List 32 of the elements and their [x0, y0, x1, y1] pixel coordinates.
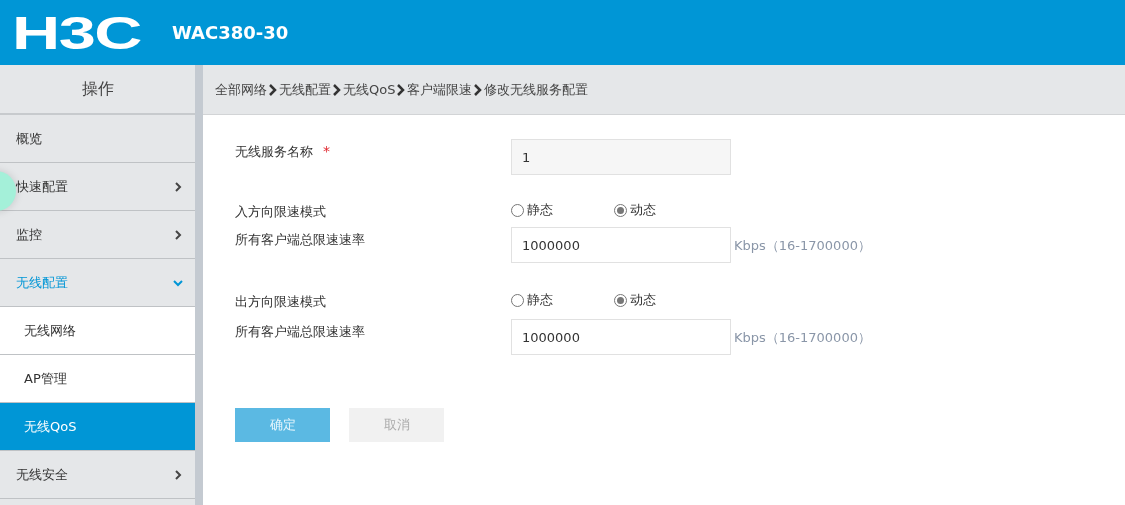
field-label: 所有客户端总限速速率 — [235, 231, 366, 249]
chevron-right-icon — [474, 83, 483, 96]
unit-hint: Kbps（16-1700000） — [733, 329, 872, 347]
radio-option[interactable]: 动态 — [614, 201, 669, 219]
chevron-right-icon — [173, 181, 183, 192]
chevron-right-icon — [173, 469, 183, 480]
chevron-right-icon — [397, 83, 406, 96]
field-label: 所有客户端总限速速率 — [235, 323, 366, 341]
chevron-right-icon — [333, 83, 341, 96]
field-label: 出方向限速模式 — [235, 293, 327, 311]
unit-hint: Kbps（16-1700000） — [733, 237, 872, 255]
input-field[interactable]: 1000000 — [511, 319, 731, 355]
breadcrumb-item[interactable]: 无线QoS — [343, 80, 396, 99]
chevron-down-icon — [173, 277, 183, 288]
breadcrumb-item[interactable]: 客户端限速 — [407, 80, 473, 99]
device-name: WAC380-30 — [172, 22, 289, 43]
breadcrumb-item[interactable]: 无线配置 — [279, 80, 331, 99]
scrollbar[interactable] — [195, 65, 203, 505]
input-field[interactable]: 1 — [511, 139, 731, 175]
field-label: 无线服务名称 — [235, 143, 313, 161]
input-field[interactable]: 1000000 — [511, 227, 731, 263]
radio-option[interactable]: 静态 — [511, 291, 566, 309]
sidebar-subitem[interactable]: 无线网络 — [0, 307, 195, 355]
field-label: 入方向限速模式 — [235, 203, 327, 221]
breadcrumb-item: 修改无线服务配置 — [484, 80, 589, 99]
breadcrumb-item[interactable]: 全部网络 — [215, 80, 267, 99]
radio-option[interactable]: 动态 — [614, 291, 669, 309]
chevron-right-icon — [173, 229, 183, 240]
radio-option[interactable]: 静态 — [511, 201, 566, 219]
chevron-right-icon — [269, 83, 277, 96]
required-asterisk: * — [323, 143, 330, 159]
sidebar-subitem[interactable]: AP管理 — [0, 355, 195, 403]
